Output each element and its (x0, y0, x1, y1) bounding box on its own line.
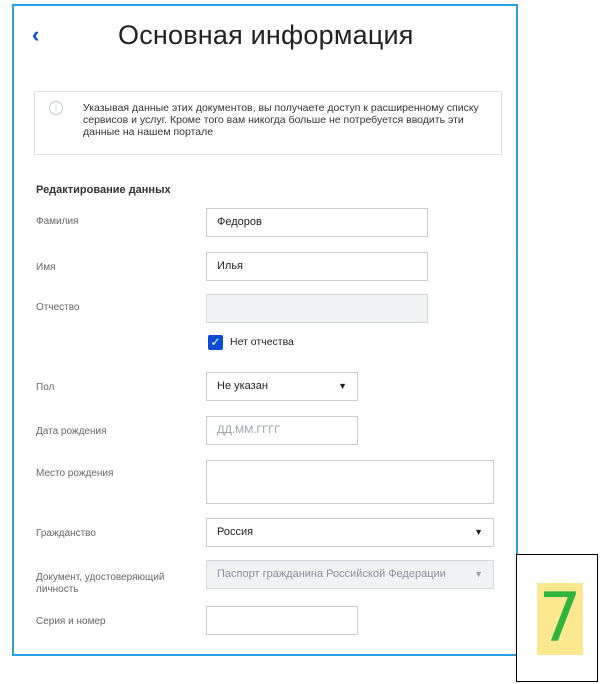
no-patronymic-checkbox[interactable]: ✓ (208, 335, 223, 350)
birthdate-input[interactable]: ДД.ММ.ГГГГ (206, 416, 358, 445)
chevron-down-icon: ▼ (474, 569, 483, 579)
document-select[interactable]: Паспорт гражданина Российской Федерации … (206, 560, 494, 589)
back-arrow-icon[interactable]: ‹ (32, 24, 39, 46)
document-value: Паспорт гражданина Российской Федерации (217, 568, 446, 580)
gender-select[interactable]: Не указан ▼ (206, 372, 358, 401)
info-text: Указывая данные этих документов, вы полу… (83, 102, 479, 138)
firstname-input[interactable]: Илья (206, 252, 428, 281)
citizenship-value: Россия (217, 526, 254, 538)
chevron-down-icon: ▼ (338, 381, 347, 391)
page-title: Основная информация (118, 20, 414, 50)
citizenship-label: Гражданство (36, 528, 96, 539)
gender-label: Пол (36, 382, 55, 393)
citizenship-select[interactable]: Россия ▼ (206, 518, 494, 547)
firstname-label: Имя (36, 262, 56, 273)
step-badge-highlight: 7 (537, 583, 583, 655)
form-panel: ‹ Основная информация ! Указывая данные … (12, 4, 518, 656)
chevron-down-icon: ▼ (474, 527, 483, 537)
patronymic-label: Отчество (36, 302, 80, 313)
birthplace-input[interactable] (206, 460, 494, 504)
lastname-label: Фамилия (36, 216, 79, 227)
section-title: Редактирование данных (36, 184, 171, 196)
series-number-input[interactable] (206, 606, 358, 635)
info-icon: ! (49, 101, 63, 115)
lastname-input[interactable]: Федоров (206, 208, 428, 237)
info-notice: ! Указывая данные этих документов, вы по… (34, 91, 502, 155)
series-number-label: Серия и номер (36, 616, 106, 627)
step-number: 7 (538, 579, 582, 658)
step-badge: 7 (516, 554, 598, 682)
patronymic-input[interactable] (206, 294, 428, 323)
birthplace-label: Место рождения (36, 468, 114, 479)
document-label: Документ, удостоверяющий личность (36, 572, 165, 595)
no-patronymic-label[interactable]: Нет отчества (230, 336, 294, 348)
gender-value: Не указан (217, 380, 268, 392)
birthdate-label: Дата рождения (36, 426, 107, 437)
